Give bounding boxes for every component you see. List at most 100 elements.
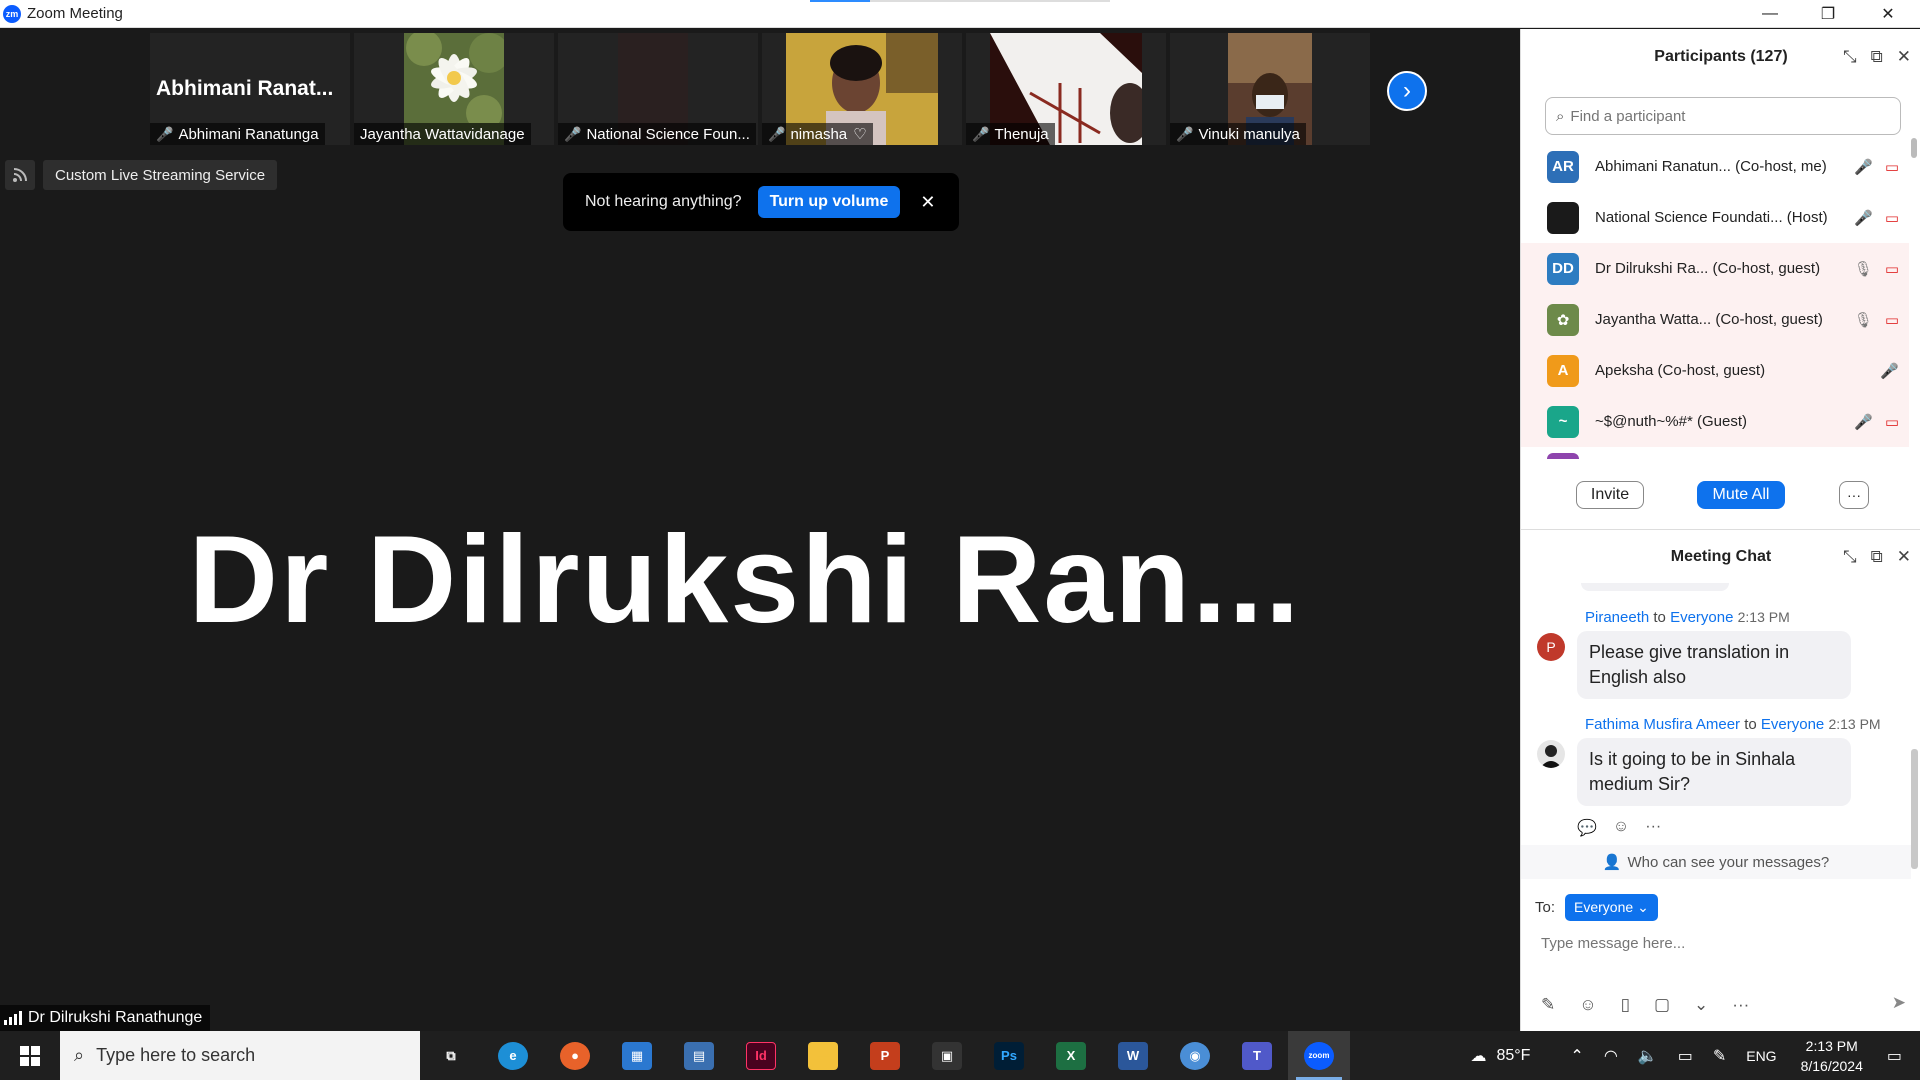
participant-thumbnail[interactable]: 🎤 Thenuja bbox=[966, 33, 1166, 145]
recipient-dropdown[interactable]: Everyone ⌄ bbox=[1565, 894, 1658, 921]
battery-icon[interactable]: ▭ bbox=[1678, 1046, 1693, 1066]
taskbar-app-task-view[interactable]: ⧉ bbox=[420, 1031, 482, 1080]
send-icon[interactable]: ➤ bbox=[1892, 993, 1906, 1013]
taskbar-app-store[interactable]: ▦ bbox=[606, 1031, 668, 1080]
participant-row[interactable]: A Apeksha (Co-host, guest) 🎤 bbox=[1521, 345, 1909, 396]
search-input[interactable] bbox=[1570, 107, 1871, 125]
participant-thumbnail[interactable]: Abhimani Ranat... 🎤 Abhimani Ranatunga bbox=[150, 33, 350, 145]
thumbnail-name: nimasha bbox=[790, 125, 848, 143]
pop-out-icon[interactable]: ⧉ bbox=[1871, 47, 1883, 67]
taskbar-app-powerpoint[interactable]: P bbox=[854, 1031, 916, 1080]
taskbar-search[interactable]: ⌕ Type here to search bbox=[60, 1031, 420, 1080]
video-off-icon: ▭ bbox=[1884, 260, 1899, 278]
video-off-icon: ▭ bbox=[1884, 209, 1899, 227]
message-meta: Fathima Musfira Ameer to Everyone 2:13 P… bbox=[1585, 716, 1881, 733]
more-icon[interactable]: ··· bbox=[1732, 995, 1749, 1015]
collapse-icon[interactable]: ⤡ bbox=[1843, 547, 1857, 567]
lotus-flower-icon bbox=[406, 33, 509, 131]
clock[interactable]: 2:13 PM 8/16/2024 bbox=[1801, 1036, 1863, 1076]
live-stream-label[interactable]: Custom Live Streaming Service bbox=[43, 160, 278, 190]
taskbar-app-teams[interactable]: T bbox=[1226, 1031, 1288, 1080]
avatar bbox=[1537, 740, 1565, 768]
taskbar-app-photoshop[interactable]: Ps bbox=[978, 1031, 1040, 1080]
taskbar-app-edge[interactable]: e bbox=[482, 1031, 544, 1080]
chevron-down-icon[interactable]: ⌄ bbox=[1694, 995, 1708, 1015]
taskbar-app-indesign[interactable]: Id bbox=[730, 1031, 792, 1080]
more-options-button[interactable]: ··· bbox=[1839, 481, 1869, 509]
screenshot-icon[interactable]: ▢ bbox=[1654, 995, 1670, 1015]
close-icon[interactable]: ✕ bbox=[1897, 47, 1911, 67]
taskbar-app-calculator[interactable]: ▤ bbox=[668, 1031, 730, 1080]
close-icon[interactable]: ✕ bbox=[920, 192, 935, 213]
thumbnail-name: Jayantha Wattavidanage bbox=[360, 125, 525, 143]
close-icon[interactable]: ✕ bbox=[1897, 547, 1911, 567]
participant-row[interactable]: ~ ~$@nuth~%#* (Guest) 🎤 ▭ bbox=[1521, 396, 1909, 447]
taskbar-app-firefox[interactable]: ● bbox=[544, 1031, 606, 1080]
message-bubble[interactable]: Please give translation in English also bbox=[1577, 631, 1851, 699]
emoji-icon[interactable]: ☺ bbox=[1579, 995, 1596, 1015]
weather-icon[interactable]: ☁ bbox=[1470, 1046, 1486, 1066]
clock-time: 2:13 PM bbox=[1805, 1037, 1858, 1054]
windows-start-icon[interactable] bbox=[0, 1031, 60, 1080]
to-label: To: bbox=[1535, 899, 1556, 916]
globe-icon: ◉ bbox=[1180, 1041, 1210, 1070]
sender-name[interactable]: Piraneeth bbox=[1585, 609, 1649, 626]
participant-row[interactable]: DD Dr Dilrukshi Ra... (Co-host, guest) 🎙… bbox=[1521, 243, 1909, 294]
invite-button[interactable]: Invite bbox=[1576, 481, 1644, 509]
message-input[interactable] bbox=[1541, 935, 1901, 952]
mic-muted-icon[interactable]: 🎤 bbox=[1854, 158, 1873, 176]
firefox-icon: ● bbox=[560, 1041, 590, 1070]
participant-thumbnail[interactable]: 🎤 Vinuki manulya bbox=[1170, 33, 1370, 145]
live-stream-icon[interactable] bbox=[5, 160, 35, 190]
participant-name: Abhimani Ranatun... (Co-host, me) bbox=[1595, 158, 1827, 175]
mute-all-button[interactable]: Mute All bbox=[1697, 481, 1785, 509]
sender-name[interactable]: Fathima Musfira Ameer bbox=[1585, 716, 1740, 733]
taskbar-app-media[interactable]: ▣ bbox=[916, 1031, 978, 1080]
turn-up-volume-button[interactable]: Turn up volume bbox=[757, 186, 901, 218]
taskbar-app-zoom[interactable]: zoom bbox=[1288, 1031, 1350, 1080]
taskbar-app-globe[interactable]: ◉ bbox=[1164, 1031, 1226, 1080]
format-icon[interactable]: ✎ bbox=[1541, 995, 1555, 1015]
participant-row[interactable]: ✿ Jayantha Watta... (Co-host, guest) 🎙 ▭ bbox=[1521, 294, 1909, 345]
weather-temp[interactable]: 85°F bbox=[1496, 1047, 1530, 1065]
collapse-icon[interactable]: ⤡ bbox=[1843, 47, 1857, 67]
pop-out-icon[interactable]: ⧉ bbox=[1871, 547, 1883, 567]
next-page-arrow-icon[interactable]: › bbox=[1387, 71, 1427, 111]
more-icon[interactable]: ··· bbox=[1645, 818, 1661, 838]
task-view-icon: ⧉ bbox=[446, 1047, 456, 1063]
view-tab-indicator bbox=[810, 0, 1110, 2]
language-indicator[interactable]: ENG bbox=[1746, 1048, 1776, 1064]
message-visibility-link[interactable]: 👤 Who can see your messages? bbox=[1521, 845, 1911, 879]
minimize-button[interactable]: — bbox=[1742, 0, 1798, 28]
taskbar-app-word[interactable]: W bbox=[1102, 1031, 1164, 1080]
close-window-button[interactable]: ✕ bbox=[1860, 0, 1916, 28]
wifi-icon[interactable]: ◠ bbox=[1604, 1046, 1618, 1066]
participant-row[interactable]: AR Abhimani Ranatun... (Co-host, me) 🎤 ▭ bbox=[1521, 141, 1909, 192]
participant-thumbnail[interactable]: 🎤 National Science Foun... bbox=[558, 33, 758, 145]
taskbar-app-file-explorer[interactable]: ▬ bbox=[792, 1031, 854, 1080]
file-icon[interactable]: ▯ bbox=[1621, 995, 1630, 1015]
chevron-up-icon[interactable]: ⌃ bbox=[1570, 1046, 1583, 1066]
mic-muted-icon: 🎤 bbox=[1176, 125, 1194, 142]
participant-search[interactable]: ⌕ bbox=[1545, 97, 1901, 135]
message-meta: Piraneeth to Everyone 2:13 PM bbox=[1585, 609, 1790, 626]
volume-icon[interactable]: 🔈 bbox=[1638, 1046, 1658, 1066]
indesign-icon: Id bbox=[746, 1041, 776, 1070]
avatar: A bbox=[1547, 354, 1579, 387]
participant-name: Jayantha Watta... (Co-host, guest) bbox=[1595, 311, 1823, 328]
participant-row[interactable]: National Science Foundati... (Host) 🎤 ▭ bbox=[1521, 192, 1909, 243]
participants-scrollbar[interactable] bbox=[1910, 138, 1918, 494]
chat-scrollbar[interactable] bbox=[1911, 749, 1918, 869]
restore-button[interactable]: ❐ bbox=[1800, 0, 1856, 28]
reply-icon[interactable]: 💬 bbox=[1577, 818, 1597, 838]
participant-thumbnail[interactable]: Jayantha Wattavidanage bbox=[354, 33, 554, 145]
notification-icon[interactable]: ▭ bbox=[1887, 1046, 1902, 1066]
participant-name: Dr Dilrukshi Ra... (Co-host, guest) bbox=[1595, 260, 1821, 277]
pen-icon[interactable]: ✎ bbox=[1713, 1046, 1726, 1066]
participants-title: Participants (127) bbox=[1654, 48, 1788, 65]
emoji-react-icon[interactable]: ☺ bbox=[1613, 818, 1629, 838]
participant-thumbnail[interactable]: 🎤 nimasha ♡ bbox=[762, 33, 962, 145]
taskbar-app-excel[interactable]: X bbox=[1040, 1031, 1102, 1080]
message-bubble[interactable]: Is it going to be in Sinhala medium Sir? bbox=[1577, 738, 1851, 806]
clock-date: 8/16/2024 bbox=[1800, 1057, 1863, 1074]
